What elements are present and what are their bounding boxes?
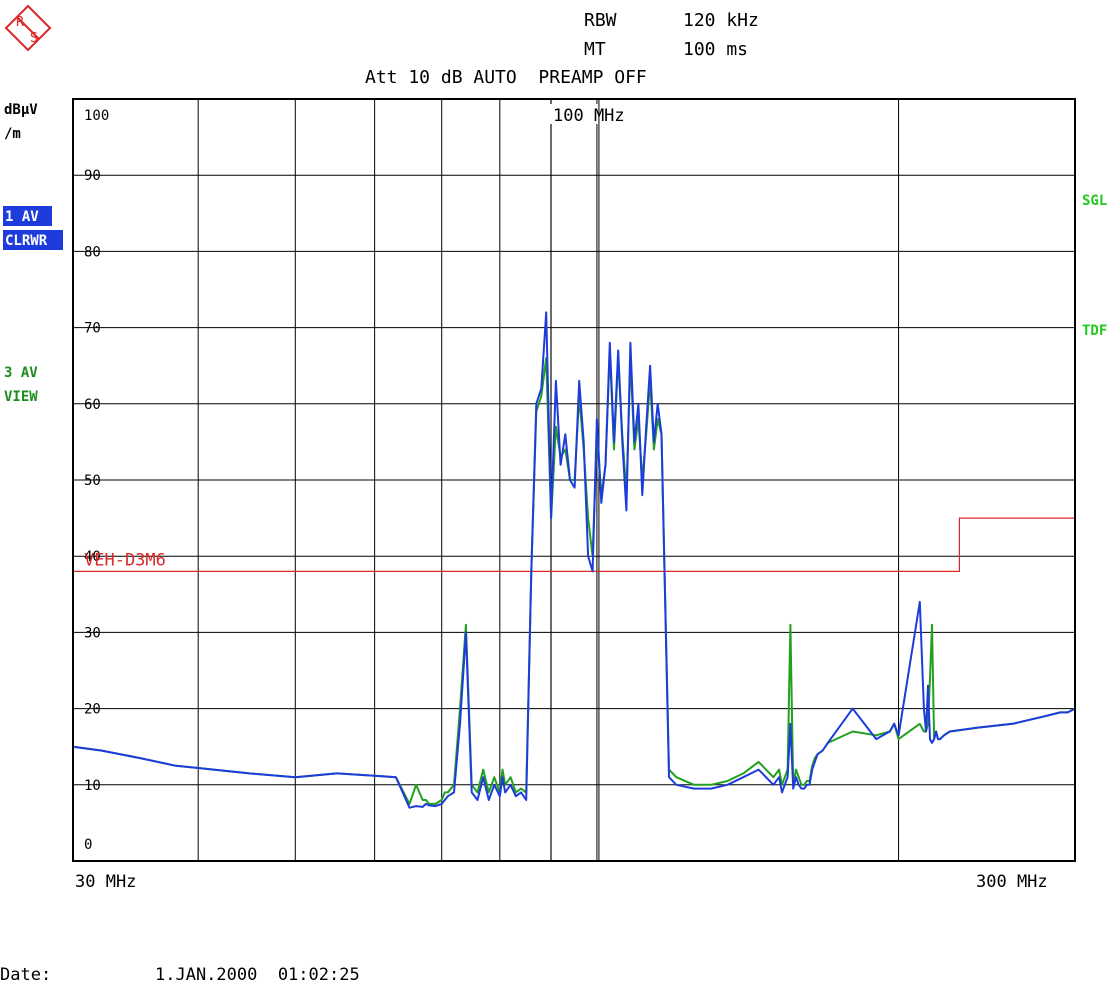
logo-letter-s: S [30, 31, 38, 46]
spectrum-chart: R S RBW 120 kHz MT 100 ms Att 10 dB AUTO… [0, 4, 1107, 985]
y-tick-10: 10 [84, 778, 101, 794]
limit-line-group: VEH-D3M6 [73, 517, 1075, 573]
y-tick-70: 70 [84, 321, 101, 337]
y-tick-80: 80 [84, 244, 101, 260]
sgl-indicator: SGL [1082, 193, 1107, 209]
trace1-mode: CLRWR [5, 233, 48, 249]
y-tick-60: 60 [84, 397, 101, 413]
attenuation-line: Att 10 dB AUTO PREAMP OFF [365, 67, 647, 88]
rs-logo-icon: R S [4, 4, 52, 52]
y-tick-100: 100 [84, 108, 109, 124]
y-tick-90: 90 [84, 168, 101, 184]
trace-group [72, 311, 1076, 809]
x-start-label: 30 MHz [75, 872, 136, 892]
y-tick-20: 20 [84, 702, 101, 718]
date-label: Date: [0, 965, 51, 985]
mt-value: 100 ms [683, 39, 748, 60]
unit-line-1: dBµV [4, 102, 38, 118]
mt-label: MT [584, 39, 606, 60]
trace-line-3-av [72, 349, 1076, 805]
marker-frequency-label: 100 MHz [553, 106, 625, 126]
limit-line [73, 517, 1075, 573]
date-value: 1.JAN.2000 01:02:25 [155, 965, 360, 985]
trace1-label: 1 AV [5, 209, 39, 225]
trace-line-1-av [72, 311, 1076, 809]
x-stop-label: 300 MHz [976, 872, 1048, 892]
spectrum-analyzer-screen: R S RBW 120 kHz MT 100 ms Att 10 dB AUTO… [0, 0, 1120, 986]
trace3-label: 3 AV [4, 365, 38, 381]
limit-line-label: VEH-D3M6 [84, 550, 166, 570]
y-tick-50: 50 [84, 473, 101, 489]
unit-line-2: /m [4, 126, 21, 142]
y-tick-30: 30 [84, 625, 101, 641]
tdf-indicator: TDF [1082, 323, 1107, 339]
rbw-value: 120 kHz [683, 10, 759, 31]
trace3-mode: VIEW [4, 389, 38, 405]
y-tick-0: 0 [84, 837, 92, 853]
rbw-label: RBW [584, 10, 617, 31]
logo-letter-r: R [16, 15, 24, 30]
